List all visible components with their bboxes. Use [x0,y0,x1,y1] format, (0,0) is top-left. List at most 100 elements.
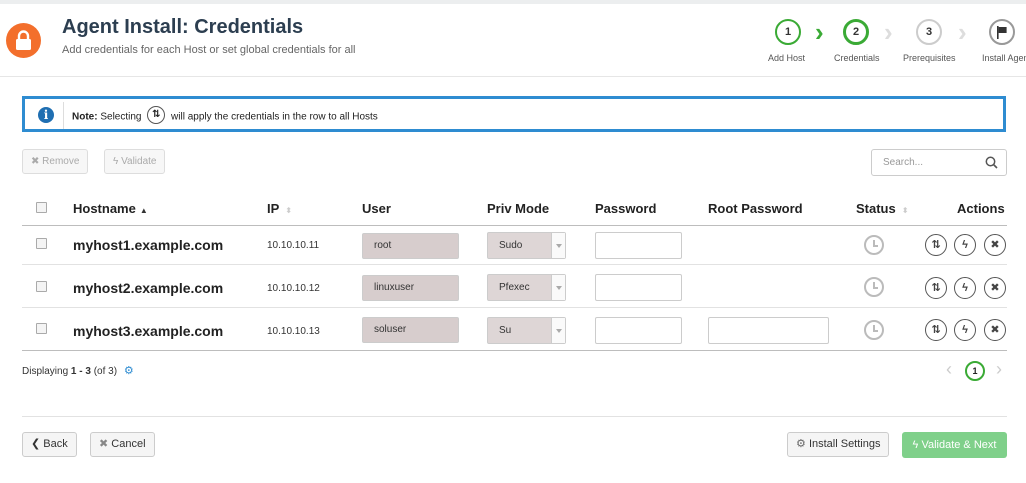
apply-to-all-button[interactable]: ⇅ [925,234,947,256]
column-root-password: Root Password [708,201,803,216]
flag-icon[interactable] [989,19,1015,45]
table-header-divider [22,225,1007,226]
select-all-checkbox[interactable] [36,202,47,213]
step-label-add-host: Add Host [768,53,806,63]
validate-button[interactable]: ϟ Validate [104,149,166,174]
top-border [0,0,1026,4]
search-box[interactable] [871,149,1007,176]
page-title: Agent Install: Credentials [62,16,304,38]
next-page-icon[interactable]: › [996,359,1002,380]
column-ip-label: IP [267,201,280,216]
footer-divider [22,416,1007,417]
validate-next-label: Validate & Next [921,439,997,451]
row-hostname: myhost2.example.com [73,280,224,296]
cancel-button[interactable]: ✖ Cancel [90,432,155,457]
lightning-icon: ϟ [912,439,919,451]
column-hostname[interactable]: Hostname ▲ [73,201,148,216]
apply-all-icon: ⇅ [147,106,166,124]
chevron-down-icon[interactable] [551,275,565,300]
displaying-range: 1 - 3 [70,366,91,377]
lock-icon [6,23,41,58]
user-input[interactable]: soluser [362,317,459,343]
row-divider [22,307,1007,308]
priv-mode-select[interactable]: Su [487,317,566,344]
priv-mode-select[interactable]: Pfexec [487,274,566,301]
cancel-label: Cancel [111,438,146,450]
validate-row-button[interactable]: ϟ [954,277,976,299]
column-priv-mode: Priv Mode [487,201,550,216]
row-divider [22,264,1007,265]
note-text-after: will apply the credentials in the row to… [171,111,378,123]
validate-next-button[interactable]: ϟ Validate & Next [902,432,1007,458]
chevron-down-icon[interactable] [551,233,565,258]
priv-mode-select[interactable]: Sudo [487,232,566,259]
row-checkbox[interactable] [36,238,47,249]
note-prefix: Note: [72,111,98,123]
row-hostname: myhost3.example.com [73,323,224,339]
priv-mode-value: Pfexec [499,282,530,293]
displaying-prefix: Displaying [22,366,69,377]
header-divider [0,76,1026,77]
search-icon[interactable] [985,156,998,169]
column-hostname-label: Hostname [73,201,136,216]
displaying-count: Displaying 1 - 3 (of 3) ⚙ [22,364,134,377]
column-ip[interactable]: IP ⬍ [267,201,292,216]
password-input[interactable] [595,317,682,344]
info-icon: i [38,107,54,123]
remove-row-button[interactable]: ✖ [984,319,1006,341]
search-input[interactable] [872,150,977,175]
row-hostname: myhost1.example.com [73,237,224,253]
note-box: i Note: Selecting ⇅ will apply the crede… [22,96,1006,132]
password-input[interactable] [595,232,682,259]
remove-row-button[interactable]: ✖ [984,277,1006,299]
row-ip: 10.10.10.12 [267,283,320,294]
column-password: Password [595,201,657,216]
row-ip: 10.10.10.13 [267,326,320,337]
clock-icon [864,277,884,297]
remove-button[interactable]: ✖ Remove [22,149,89,174]
sort-icon: ⬍ [285,206,292,215]
previous-page-icon[interactable]: ‹ [946,359,952,380]
row-ip: 10.10.10.11 [267,240,320,251]
step-prerequisites[interactable]: 3 [916,19,942,45]
remove-icon: ✖ [31,156,40,167]
apply-to-all-button[interactable]: ⇅ [925,319,947,341]
note-text-before: Selecting [100,111,142,123]
step-label-credentials: Credentials [834,53,880,63]
step-credentials[interactable]: 2 [843,19,869,45]
validate-row-button[interactable]: ϟ [954,319,976,341]
row-checkbox[interactable] [36,323,47,334]
user-input[interactable]: root [362,233,459,259]
column-user: User [362,201,391,216]
remove-row-button[interactable]: ✖ [984,234,1006,256]
step-chevron-icon: › [958,17,967,47]
column-status[interactable]: Status ⬍ [856,201,908,216]
user-input[interactable]: linuxuser [362,275,459,301]
gear-icon: ⚙ [796,438,806,450]
step-chevron-icon: › [884,17,893,47]
column-status-label: Status [856,201,896,216]
install-settings-label: Install Settings [808,438,881,450]
root-password-input[interactable] [708,317,829,344]
current-page[interactable]: 1 [965,361,985,381]
validate-row-button[interactable]: ϟ [954,234,976,256]
password-input[interactable] [595,274,682,301]
step-add-host[interactable]: 1 [775,19,801,45]
chevron-down-icon[interactable] [551,318,565,343]
back-label: Back [43,438,68,450]
note-text: Note: Selecting ⇅ will apply the credent… [72,106,378,124]
displaying-total: (of 3) [93,366,118,377]
note-divider [63,102,64,129]
install-settings-button[interactable]: ⚙ Install Settings [787,432,890,457]
clock-icon [864,235,884,255]
gear-icon[interactable]: ⚙ [124,364,134,377]
page-subtitle: Add credentials for each Host or set glo… [62,44,356,56]
column-actions: Actions [957,201,1005,216]
row-checkbox[interactable] [36,281,47,292]
validate-label: Validate [121,156,157,167]
priv-mode-value: Su [499,325,512,336]
back-button[interactable]: ❮ Back [22,432,77,457]
cancel-icon: ✖ [99,438,109,450]
apply-to-all-button[interactable]: ⇅ [925,277,947,299]
table-bottom-divider [22,350,1007,351]
